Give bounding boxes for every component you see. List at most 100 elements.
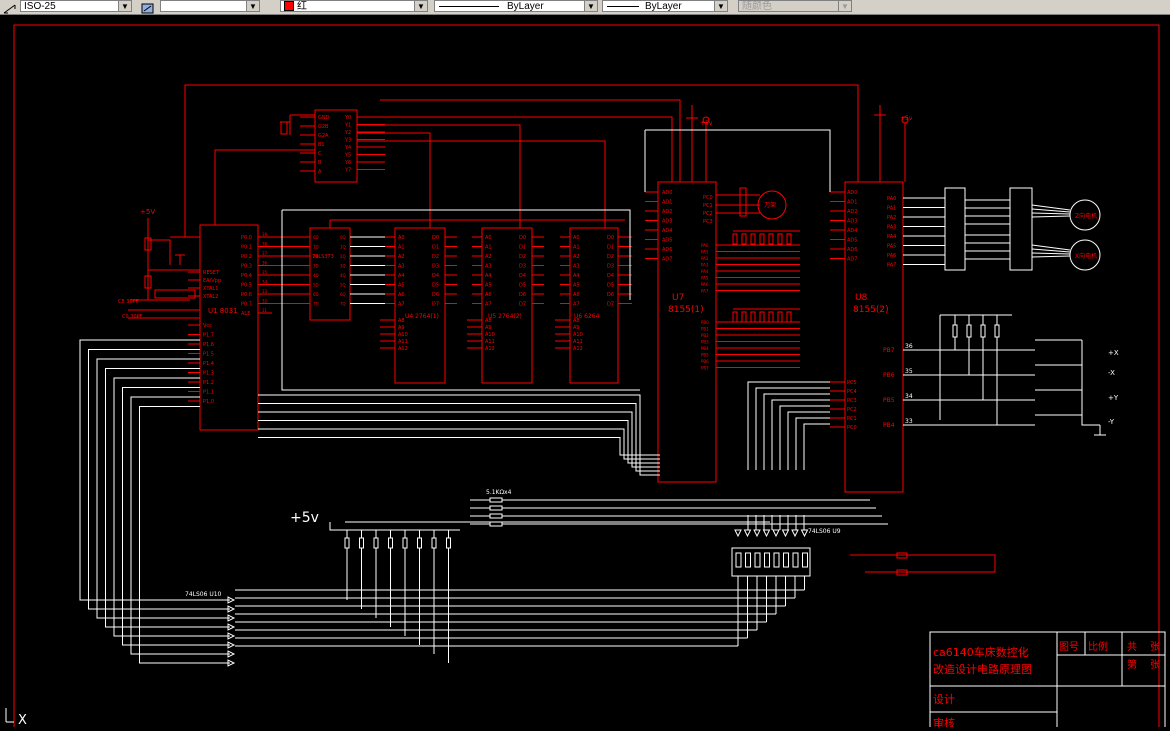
pullup-resistor xyxy=(402,537,408,549)
layer-select[interactable]: ▼ xyxy=(160,0,260,12)
u3-pin-label: Y1 xyxy=(344,123,351,129)
mem-pin-label: D7 xyxy=(432,302,439,308)
mem-pin-label: A10 xyxy=(398,332,408,338)
mem-pin-label: D4 xyxy=(519,273,526,279)
chevron-down-icon[interactable]: ▼ xyxy=(584,1,597,11)
u1-pin-label: P1.2 xyxy=(203,380,214,386)
mem-pin-label: D1 xyxy=(519,245,526,251)
mem-pin-label: D2 xyxy=(519,254,526,260)
indicator-resistor xyxy=(768,233,774,245)
indicator-resistor xyxy=(741,311,747,323)
drawing-canvas[interactable]: U1 8031 RESET EA/Vpp XTAL1 XTAL2 Vcc P1.7 P1.6… xyxy=(0,15,1170,731)
u3-pin-label: Y7 xyxy=(344,168,351,174)
u8-pin-label: PA4 xyxy=(887,234,896,240)
u8-pin-label: AD3 xyxy=(847,219,857,225)
led-segment xyxy=(764,552,770,568)
dimstyle-icon[interactable] xyxy=(2,0,18,14)
u7-pb-label: PB0 xyxy=(701,320,709,325)
mem-pin-label: A5 xyxy=(485,283,492,289)
u2-pin-label: 2Q xyxy=(340,254,346,259)
mem-pin-label: D4 xyxy=(607,273,614,279)
u1-pin-label: P1.5 xyxy=(203,352,214,358)
p1-bus-wire xyxy=(130,396,230,655)
u7-pa-label: PA2 xyxy=(701,256,709,261)
u1-pin-label: P0.4 xyxy=(241,273,252,279)
u8-pin-label: PA7 xyxy=(887,263,896,269)
relay-circuit xyxy=(850,552,996,576)
u7-pa-label: PA0 xyxy=(701,243,709,248)
u8-pin-label: AD1 xyxy=(847,200,857,206)
u1-pin-label: P1.7 xyxy=(203,333,214,339)
u2-pin-label: 3Q xyxy=(340,264,346,269)
ucs-x-label: X xyxy=(18,713,27,727)
p1-bus-wire xyxy=(105,368,230,628)
p1-bus-wire xyxy=(88,349,230,610)
u1-pin-label: RESET xyxy=(203,270,220,276)
indicator-resistor xyxy=(777,233,783,245)
u3-pin-label: B xyxy=(318,160,322,166)
chevron-down-icon[interactable]: ▼ xyxy=(414,1,427,11)
pin-number: 35 xyxy=(262,270,268,275)
mem-pin-label: A8 xyxy=(398,318,405,324)
mem-pin-label: A9 xyxy=(573,325,580,331)
u7-pb-label: PB4 xyxy=(701,346,709,351)
control-wire xyxy=(214,149,315,225)
mem-pin-label: A3 xyxy=(398,264,405,270)
color-select[interactable]: 红 ▼ xyxy=(280,0,428,12)
u7-pc-label: PC3 xyxy=(703,219,713,225)
pin-number: 39 xyxy=(262,232,268,237)
layer-manager-icon[interactable] xyxy=(140,0,156,14)
indicator-resistor xyxy=(786,311,792,323)
u1-pin-label: P0.1 xyxy=(241,245,252,251)
dimstyle-select[interactable]: ISO-25 ▼ xyxy=(20,0,132,12)
plotstyle-value: 随颜色 xyxy=(742,1,772,12)
inverter-gate xyxy=(800,529,809,538)
ctrl-bus-wire xyxy=(258,420,660,464)
u1-pin-label: EA/Vpp xyxy=(203,278,221,284)
dir-nx: -X xyxy=(1108,369,1115,377)
sheet-unit-label: 张 xyxy=(1150,659,1160,671)
mem-pin-label: D5 xyxy=(519,283,526,289)
mem-pin-label: A1 xyxy=(398,245,405,251)
u8-pin-label: AD0 xyxy=(847,190,857,196)
u3-pin-label: C xyxy=(318,151,322,157)
u8-pin-label: AD7 xyxy=(847,257,857,263)
mem-pin-label: A11 xyxy=(573,339,583,345)
u8-pb-label: PB6 xyxy=(883,372,895,379)
u2-pin-label: 2D xyxy=(313,254,319,259)
mem-pin-label: A2 xyxy=(398,254,405,260)
mem-pin-label: A2 xyxy=(573,254,580,260)
indicator-resistor xyxy=(786,233,792,245)
u8-title: U8 xyxy=(855,293,868,303)
led-segment xyxy=(802,552,808,568)
u7-pin-label: AD7 xyxy=(662,257,672,263)
u2-pin-label: 0Q xyxy=(340,235,346,240)
u1-right-pins: P0.0 39 P0.1 38 P0.2 37 P0.3 36 P0.4 35 P0.5 34 P0.6… xyxy=(241,232,272,317)
u9-label: 74LS06 U9 xyxy=(808,528,841,535)
u4-label: U4 2764(1) xyxy=(405,313,439,320)
resistor-array-label: 5.1KΩx4 xyxy=(486,489,512,496)
pullup-resistor xyxy=(417,537,422,549)
u1-pin-label: P1.3 xyxy=(203,371,214,377)
chevron-down-icon[interactable]: ▼ xyxy=(246,1,259,11)
svg-text:C9 30PF: C9 30PF xyxy=(122,314,143,320)
indicator-resistor xyxy=(741,233,747,245)
mem-pin-label: D0 xyxy=(432,235,439,241)
linetype-select[interactable]: ByLayer ▼ xyxy=(434,0,598,12)
u2-pins: 0D 0Q 1D 1Q 2D 2Q 3D 3Q 4D 4Q 5D 5Q 6D 6Q 7D 7Q xyxy=(272,235,395,307)
u8-pin-label: AD2 xyxy=(847,209,857,215)
chevron-down-icon[interactable]: ▼ xyxy=(714,1,727,11)
u8-pin-label: PA6 xyxy=(887,253,896,259)
mem-pin-label: D6 xyxy=(607,292,614,298)
u7-pa-label: PA3 xyxy=(701,263,709,268)
ucs-icon xyxy=(5,708,14,723)
u7-pb-label: PB1 xyxy=(701,327,709,332)
u7-pin-label: AD0 xyxy=(662,190,672,196)
indicator-resistor xyxy=(732,233,738,245)
resistor-array-element xyxy=(489,505,503,511)
lineweight-select[interactable]: ByLayer ▼ xyxy=(602,0,728,12)
chevron-down-icon[interactable]: ▼ xyxy=(118,1,131,11)
mem-pin-label: A6 xyxy=(485,292,492,298)
u7-pin-label: AD6 xyxy=(662,247,672,253)
optocoupler-box xyxy=(944,187,966,271)
